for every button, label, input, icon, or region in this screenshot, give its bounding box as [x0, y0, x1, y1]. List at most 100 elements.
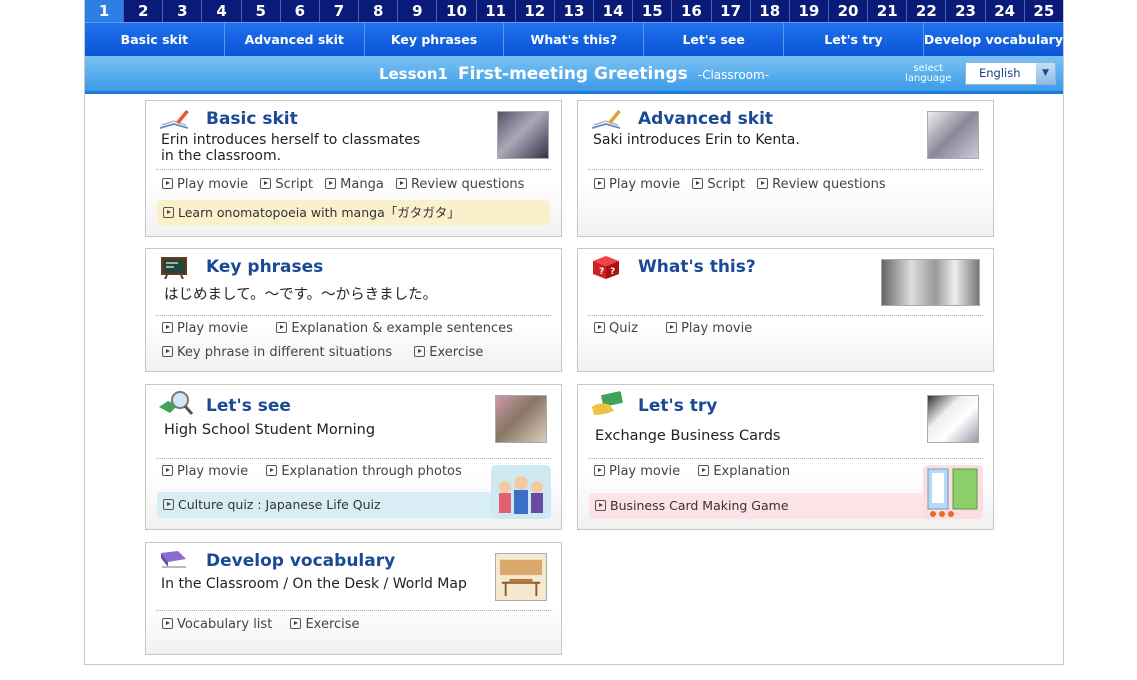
lesson-number-9[interactable]: 9	[398, 0, 438, 22]
lets-try-thumbnail	[927, 395, 979, 443]
explanation-photos-link[interactable]: Explanation through photos	[266, 464, 462, 479]
whats-this-title[interactable]: What's this?	[638, 257, 756, 277]
lesson-number-6[interactable]: 6	[281, 0, 320, 22]
lesson-number-bar: 1 2 3 4 5 6 7 8 9 10 11 12 13 14 15 16 1…	[85, 0, 1063, 22]
play-icon	[325, 178, 337, 189]
lesson-number-13[interactable]: 13	[555, 0, 595, 22]
lesson-number-22[interactable]: 22	[907, 0, 947, 22]
divider	[156, 169, 551, 170]
advanced-skit-title[interactable]: Advanced skit	[638, 109, 773, 129]
key-phrases-description: はじめまして。～です。～からきました。	[164, 287, 438, 303]
culture-quiz-link[interactable]: Culture quiz : Japanese Life Quiz	[157, 492, 501, 518]
advanced-skit-links: Play movie Script Review questions	[594, 177, 894, 192]
basic-script-link[interactable]: Script	[260, 177, 313, 192]
lesson-number-1[interactable]: 1	[85, 0, 125, 22]
lesson-number-12[interactable]: 12	[516, 0, 555, 22]
nav-develop-vocabulary[interactable]: Develop vocabulary	[924, 23, 1063, 56]
culture-quiz-label: Culture quiz : Japanese Life Quiz	[178, 497, 381, 512]
basic-skit-desc-line2: in the classroom.	[161, 148, 282, 164]
lets-see-description: High School Student Morning	[164, 422, 376, 438]
lesson-number-5[interactable]: 5	[242, 0, 281, 22]
nav-lets-try[interactable]: Let's try	[784, 23, 924, 56]
lesson-number-7[interactable]: 7	[320, 0, 360, 22]
key-exercise-link[interactable]: Exercise	[414, 345, 483, 360]
lets-see-thumbnail	[495, 395, 547, 443]
nav-whats-this[interactable]: What's this?	[504, 23, 645, 56]
nav-lets-see[interactable]: Let's see	[644, 23, 785, 56]
play-icon	[260, 178, 272, 189]
basic-manga-link[interactable]: Manga	[325, 177, 384, 192]
play-icon	[395, 178, 407, 189]
play-icon	[698, 465, 710, 476]
notebook-pencil-icon	[160, 110, 189, 129]
key-situations-link[interactable]: Key phrase in different situations	[162, 345, 392, 360]
lesson-number-18[interactable]: 18	[751, 0, 790, 22]
try-explanation-link[interactable]: Explanation	[698, 464, 790, 479]
key-play-movie-link[interactable]: Play movie	[162, 321, 248, 336]
lesson-number-15[interactable]: 15	[633, 0, 673, 22]
basic-play-movie-link[interactable]: Play movie	[162, 177, 248, 192]
advanced-review-questions-link[interactable]: Review questions	[757, 177, 886, 192]
basic-review-questions-link[interactable]: Review questions	[395, 177, 524, 192]
key-phrases-title[interactable]: Key phrases	[206, 257, 323, 277]
key-explanation-link[interactable]: Explanation & example sentences	[276, 321, 513, 336]
business-card-hand-icon	[592, 391, 623, 415]
business-card-game-label: Business Card Making Game	[610, 498, 789, 513]
lesson-number-24[interactable]: 24	[986, 0, 1025, 22]
quiz-link[interactable]: Quiz	[594, 321, 638, 336]
play-icon	[162, 465, 173, 476]
play-icon	[666, 322, 678, 333]
lesson-number-16[interactable]: 16	[672, 0, 712, 22]
play-icon	[594, 322, 605, 333]
vocab-exercise-link[interactable]: Exercise	[290, 617, 360, 632]
play-icon	[594, 465, 605, 476]
develop-vocabulary-title[interactable]: Develop vocabulary	[206, 551, 395, 571]
advanced-skit-thumbnail	[927, 111, 979, 159]
nav-advanced-skit[interactable]: Advanced skit	[225, 23, 365, 56]
lesson-number-10[interactable]: 10	[437, 0, 477, 22]
lesson-subtitle: -Classroom-	[697, 68, 770, 82]
vocabulary-list-label: Vocabulary list	[177, 617, 273, 632]
select-language-label: select language	[905, 64, 952, 84]
key-situations-label: Key phrase in different situations	[177, 345, 393, 360]
whats-this-thumbnail	[881, 259, 980, 306]
whats-play-movie-link[interactable]: Play movie	[666, 321, 752, 336]
key-explanation-label: Explanation & example sentences	[291, 321, 513, 336]
lets-see-title[interactable]: Let's see	[206, 396, 291, 416]
lesson-number-2[interactable]: 2	[124, 0, 164, 22]
play-icon	[290, 618, 302, 629]
lesson-number-19[interactable]: 19	[790, 0, 829, 22]
language-select[interactable]: English ▼	[965, 62, 1056, 85]
lets-try-links: Play movie Explanation	[594, 464, 798, 479]
advanced-play-movie-link[interactable]: Play movie	[594, 177, 680, 192]
lesson-number-14[interactable]: 14	[594, 0, 634, 22]
play-icon	[594, 178, 605, 189]
nav-basic-skit[interactable]: Basic skit	[85, 23, 225, 56]
basic-skit-title[interactable]: Basic skit	[206, 109, 298, 129]
business-card-game-link[interactable]: Business Card Making Game	[589, 493, 933, 519]
vocabulary-list-link[interactable]: Vocabulary list	[162, 617, 272, 632]
card-game-illustration-icon	[927, 468, 978, 517]
try-play-movie-link[interactable]: Play movie	[594, 464, 680, 479]
lesson-number-4[interactable]: 4	[202, 0, 242, 22]
lesson-title-bar: Lesson1 First-meeting Greetings -Classroom…	[85, 56, 1063, 94]
advanced-skit-description: Saki introduces Erin to Kenta.	[593, 132, 800, 148]
onomatopoeia-manga-link[interactable]: Learn onomatopoeia with manga「ガタガタ」	[157, 200, 550, 226]
see-play-movie-label: Play movie	[177, 464, 249, 479]
quiz-label: Quiz	[609, 321, 638, 336]
lesson-number-11[interactable]: 11	[477, 0, 516, 22]
lesson-number-3[interactable]: 3	[163, 0, 203, 22]
lesson-number-20[interactable]: 20	[829, 0, 869, 22]
advanced-script-link[interactable]: Script	[692, 177, 745, 192]
lesson-number-8[interactable]: 8	[359, 0, 399, 22]
basic-script-label: Script	[275, 177, 314, 192]
lesson-number-23[interactable]: 23	[946, 0, 986, 22]
lesson-number-17[interactable]: 17	[712, 0, 751, 22]
nav-key-phrases[interactable]: Key phrases	[365, 23, 505, 56]
see-play-movie-link[interactable]: Play movie	[162, 464, 248, 479]
lesson-number-25[interactable]: 25	[1025, 0, 1063, 22]
lets-try-title[interactable]: Let's try	[638, 396, 717, 416]
card-develop-vocabulary: Develop vocabulary In the Classroom / On…	[145, 542, 562, 655]
divider	[588, 169, 983, 170]
lesson-number-21[interactable]: 21	[868, 0, 908, 22]
